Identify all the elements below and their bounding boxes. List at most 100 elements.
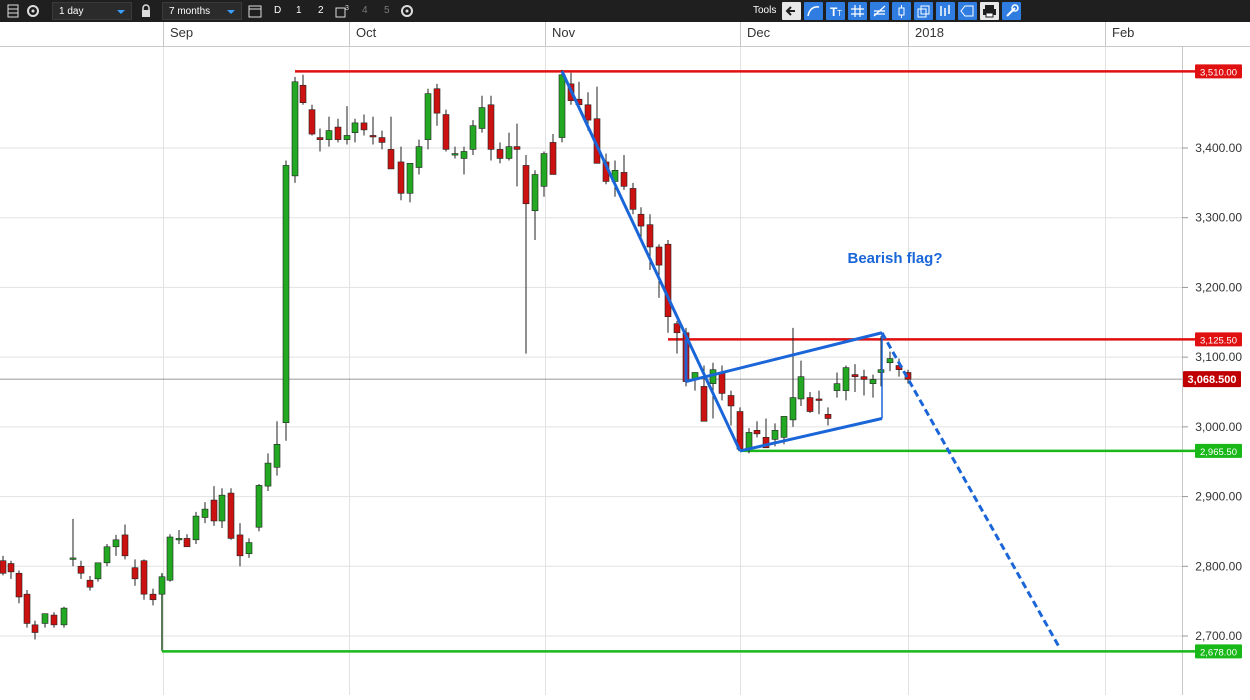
candle-body: [86, 579, 94, 588]
candle-body: [7, 563, 15, 573]
tools-label: Tools: [753, 5, 777, 16]
candle-body: [201, 508, 209, 518]
y-tick-label: 2,800.00: [1195, 559, 1242, 573]
candle-body: [540, 153, 548, 187]
chevron-down-icon: [227, 10, 235, 14]
candle-body: [745, 432, 753, 450]
layout-3-button[interactable]: 3: [333, 2, 351, 20]
interval-select[interactable]: 1 day: [52, 2, 132, 20]
layers-tool-icon[interactable]: [914, 2, 933, 20]
candle-body: [886, 358, 894, 364]
candle-body: [291, 81, 299, 177]
candle-body: [415, 146, 423, 168]
candle-body: [505, 146, 513, 159]
candle-body: [806, 397, 814, 412]
chart-svg[interactable]: Sep Oct Nov Dec 2018 Feb 3,400.00 3,300.00 3,20…: [0, 22, 1250, 695]
candle-body: [60, 607, 68, 626]
candle-body: [23, 593, 31, 624]
candle-body: [646, 224, 654, 248]
lock-icon[interactable]: [137, 2, 155, 20]
candle-body: [227, 492, 235, 539]
x-tick-label: Feb: [1112, 25, 1134, 40]
price-chart[interactable]: Sep Oct Nov Dec 2018 Feb 3,400.00 3,300.00 3,20…: [0, 22, 1250, 695]
layout-d-button[interactable]: D: [274, 0, 281, 22]
candle-body: [860, 376, 868, 380]
candle-body: [236, 534, 244, 557]
candle-tool-icon[interactable]: [892, 2, 911, 20]
layout-4-button[interactable]: 4: [362, 0, 368, 22]
candle-body: [558, 74, 566, 138]
price-level-tag-label: 3,510.00: [1200, 67, 1237, 78]
candle-body: [424, 93, 432, 140]
candle-body: [549, 142, 557, 175]
layout-5-button[interactable]: 5: [384, 0, 390, 22]
interval-value: 1 day: [59, 6, 84, 17]
svg-text:3: 3: [345, 5, 349, 12]
candle-body: [41, 613, 49, 624]
text-tool-icon[interactable]: TT: [826, 2, 845, 20]
candle-body: [406, 163, 414, 194]
candle-body: [282, 165, 290, 423]
y-tick-label: 3,300.00: [1195, 211, 1242, 225]
candle-body: [121, 534, 129, 557]
candle-body: [175, 538, 183, 541]
candle-body: [833, 383, 841, 391]
candle-body: [94, 562, 102, 580]
settings-gear-icon[interactable]: [24, 2, 42, 20]
candle-body: [469, 125, 477, 150]
calendar-icon[interactable]: [246, 2, 264, 20]
candle-body: [387, 149, 395, 170]
candle-body: [869, 379, 877, 384]
price-level-tag-label: 2,678.00: [1200, 647, 1237, 658]
indicator-tool-icon[interactable]: [936, 2, 955, 20]
candle-body: [789, 397, 797, 421]
candle-body: [210, 499, 218, 522]
grid-tool-icon[interactable]: [848, 2, 867, 20]
table-icon[interactable]: [4, 2, 22, 20]
candle-body: [192, 515, 200, 541]
fibonacci-tool-icon[interactable]: [870, 2, 889, 20]
x-tick-label: Dec: [747, 25, 771, 40]
candle-body: [255, 485, 263, 528]
range-select[interactable]: 7 months: [162, 2, 242, 20]
back-arrow-tool-icon[interactable]: [782, 2, 801, 20]
layout-1-button[interactable]: 1: [296, 0, 302, 22]
layout-2-button[interactable]: 2: [318, 0, 324, 22]
print-icon[interactable]: [980, 2, 999, 20]
candle-body: [433, 88, 441, 114]
candle-body: [487, 104, 495, 150]
candle-body: [264, 462, 272, 487]
candle-body: [218, 494, 226, 522]
y-tick-label: 2,900.00: [1195, 490, 1242, 504]
candle-body: [325, 130, 333, 140]
candle-body: [442, 114, 450, 150]
candle-body: [77, 565, 85, 574]
candle-body: [140, 560, 148, 595]
candle-body: [369, 135, 377, 138]
price-level-tag-label: 2,965.50: [1200, 447, 1237, 458]
candle-body: [149, 593, 157, 601]
candle-body: [851, 374, 859, 377]
chart-settings-gear-icon[interactable]: [398, 2, 416, 20]
candle-body: [50, 614, 58, 626]
candle-body: [478, 107, 486, 129]
candle-body: [343, 135, 351, 140]
candle-body: [360, 122, 368, 131]
candle-body: [629, 188, 637, 210]
candle-body: [496, 149, 504, 159]
candle-body: [824, 414, 832, 419]
curve-tool-icon[interactable]: [804, 2, 823, 20]
candle-body: [718, 372, 726, 394]
candle-body: [815, 398, 823, 401]
candle-body: [727, 395, 735, 407]
candle-body: [620, 172, 628, 187]
candle-body: [308, 109, 316, 135]
y-tick-label: 3,200.00: [1195, 280, 1242, 294]
chart-annotation: Bearish flag?: [847, 250, 942, 267]
y-tick-label: 2,700.00: [1195, 629, 1242, 643]
candle-body: [460, 151, 468, 159]
candle-body: [780, 416, 788, 438]
tools-settings-icon[interactable]: [1002, 2, 1021, 20]
y-tick-label: 3,400.00: [1195, 141, 1242, 155]
shape-tool-icon[interactable]: [958, 2, 977, 20]
